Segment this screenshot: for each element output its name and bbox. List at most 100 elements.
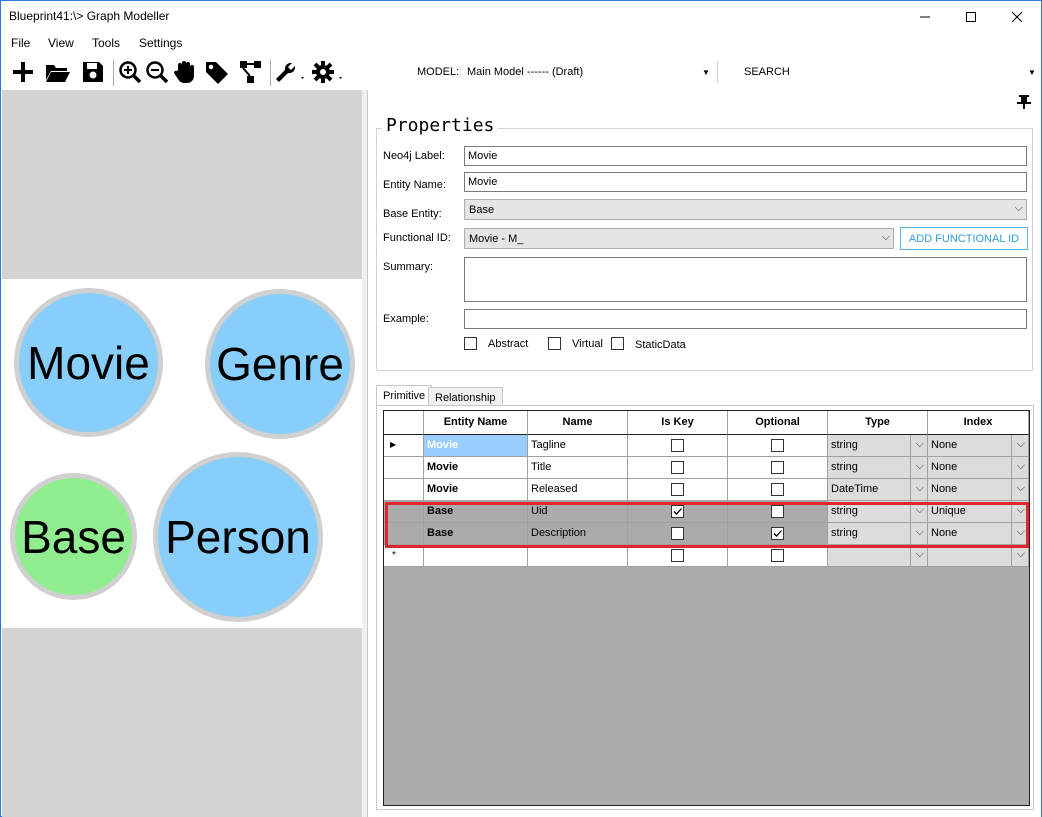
- node-genre[interactable]: Genre: [205, 289, 355, 439]
- cell-index[interactable]: None ⌵: [928, 435, 1029, 457]
- cell-entity-name[interactable]: Movie: [424, 457, 528, 479]
- is-key-checkbox[interactable]: [671, 505, 684, 518]
- cell-index[interactable]: Unique ⌵: [928, 501, 1029, 523]
- cell-name[interactable]: [528, 545, 628, 567]
- cell-index[interactable]: None ⌵: [928, 457, 1029, 479]
- chevron-down-icon[interactable]: ⌵: [916, 482, 924, 495]
- example-field[interactable]: [464, 309, 1027, 329]
- maximize-button[interactable]: [948, 1, 994, 32]
- optional-checkbox[interactable]: [771, 505, 784, 518]
- optional-checkbox[interactable]: [771, 439, 784, 452]
- tag-icon[interactable]: [203, 58, 231, 86]
- optional-checkbox[interactable]: [771, 483, 784, 496]
- neo4j-label-field[interactable]: Movie: [464, 146, 1027, 166]
- summary-field[interactable]: [464, 257, 1027, 302]
- abstract-checkbox[interactable]: [464, 337, 477, 350]
- is-key-checkbox[interactable]: [671, 483, 684, 496]
- cell-index[interactable]: ⌵: [928, 545, 1029, 567]
- hierarchy-icon[interactable]: [237, 58, 265, 86]
- chevron-down-icon[interactable]: ⌵: [1017, 482, 1025, 495]
- cell-entity-name[interactable]: Base: [424, 523, 528, 545]
- row-header[interactable]: [384, 457, 424, 479]
- pin-icon[interactable]: [1016, 94, 1032, 113]
- cell-name[interactable]: Uid: [528, 501, 628, 523]
- cell-type[interactable]: string ⌵: [828, 523, 928, 545]
- graph-canvas[interactable]: Movie Genre Base Person: [2, 90, 362, 817]
- pan-hand-icon[interactable]: [172, 58, 200, 86]
- table-row[interactable]: Movie Title string ⌵ None ⌵: [384, 457, 1029, 479]
- functional-id-select[interactable]: Movie - M_ ⌵: [464, 228, 894, 249]
- column-header-entity-name[interactable]: Entity Name: [424, 411, 528, 435]
- chevron-down-icon[interactable]: ⌵: [916, 438, 924, 451]
- node-base[interactable]: Base: [10, 473, 137, 600]
- chevron-down-icon[interactable]: ⌵: [916, 526, 924, 539]
- add-functional-id-button[interactable]: ADD FUNCTIONAL ID: [900, 227, 1028, 250]
- column-header-is-key[interactable]: Is Key: [628, 411, 728, 435]
- cell-name[interactable]: Description: [528, 523, 628, 545]
- cell-index[interactable]: None ⌵: [928, 523, 1029, 545]
- chevron-down-icon[interactable]: ⌵: [1017, 548, 1025, 561]
- search-input[interactable]: SEARCH: [717, 61, 1039, 83]
- column-header-optional[interactable]: Optional: [728, 411, 828, 435]
- cell-index[interactable]: None ⌵: [928, 479, 1029, 501]
- cell-type[interactable]: string ⌵: [828, 457, 928, 479]
- cell-entity-name[interactable]: Movie: [424, 435, 528, 457]
- model-dropdown-icon[interactable]: ▼: [698, 61, 714, 83]
- column-header-type[interactable]: Type: [828, 411, 928, 435]
- chevron-down-icon[interactable]: ⌵: [1017, 438, 1025, 451]
- static-data-checkbox[interactable]: [611, 337, 624, 350]
- search-dropdown-icon[interactable]: ▼: [1025, 61, 1039, 83]
- optional-checkbox[interactable]: [771, 461, 784, 474]
- is-key-checkbox[interactable]: [671, 527, 684, 540]
- cell-name[interactable]: Title: [528, 457, 628, 479]
- wrench-icon[interactable]: [273, 58, 307, 86]
- entity-name-field[interactable]: Movie: [464, 172, 1027, 192]
- cell-name[interactable]: Tagline: [528, 435, 628, 457]
- cell-entity-name[interactable]: Base: [424, 501, 528, 523]
- is-key-checkbox[interactable]: [671, 439, 684, 452]
- is-key-checkbox[interactable]: [671, 549, 684, 562]
- table-row[interactable]: ▶ Movie Tagline string ⌵ None ⌵: [384, 435, 1029, 457]
- node-person[interactable]: Person: [153, 452, 323, 622]
- cell-entity-name[interactable]: [424, 545, 528, 567]
- open-folder-icon[interactable]: [44, 58, 72, 86]
- cell-type[interactable]: string ⌵: [828, 435, 928, 457]
- row-header[interactable]: [384, 479, 424, 501]
- new-icon[interactable]: [9, 58, 37, 86]
- row-header[interactable]: [384, 523, 424, 545]
- minimize-button[interactable]: [902, 1, 948, 32]
- cell-name[interactable]: Released: [528, 479, 628, 501]
- menu-settings[interactable]: Settings: [139, 36, 182, 50]
- cell-type[interactable]: ⌵: [828, 545, 928, 567]
- column-header-index[interactable]: Index: [928, 411, 1029, 435]
- menu-view[interactable]: View: [48, 36, 74, 50]
- new-row[interactable]: * ⌵ ⌵: [384, 545, 1029, 567]
- gear-icon[interactable]: [310, 58, 346, 86]
- table-row[interactable]: Movie Released DateTime ⌵ None ⌵: [384, 479, 1029, 501]
- chevron-down-icon[interactable]: ⌵: [1017, 504, 1025, 517]
- cell-entity-name[interactable]: Movie: [424, 479, 528, 501]
- chevron-down-icon[interactable]: ⌵: [916, 460, 924, 473]
- row-header[interactable]: *: [384, 545, 424, 567]
- is-key-checkbox[interactable]: [671, 461, 684, 474]
- row-header[interactable]: ▶: [384, 435, 424, 457]
- menu-tools[interactable]: Tools: [92, 36, 120, 50]
- node-movie[interactable]: Movie: [14, 288, 163, 437]
- menu-file[interactable]: File: [11, 36, 30, 50]
- chevron-down-icon[interactable]: ⌵: [1017, 526, 1025, 539]
- optional-checkbox[interactable]: [771, 527, 784, 540]
- save-icon[interactable]: [79, 58, 107, 86]
- base-entity-select[interactable]: Base ⌵: [464, 199, 1027, 220]
- model-select[interactable]: Main Model ------ (Draft): [463, 61, 713, 83]
- zoom-out-icon[interactable]: [144, 58, 170, 86]
- table-row[interactable]: Base Uid string ⌵ Unique ⌵: [384, 501, 1029, 523]
- chevron-down-icon[interactable]: ⌵: [1017, 460, 1025, 473]
- zoom-in-icon[interactable]: [117, 58, 143, 86]
- chevron-down-icon[interactable]: ⌵: [916, 548, 924, 561]
- cell-type[interactable]: DateTime ⌵: [828, 479, 928, 501]
- optional-checkbox[interactable]: [771, 549, 784, 562]
- close-button[interactable]: [994, 1, 1040, 32]
- chevron-down-icon[interactable]: ⌵: [916, 504, 924, 517]
- table-row[interactable]: Base Description string ⌵ None ⌵: [384, 523, 1029, 545]
- virtual-checkbox[interactable]: [548, 337, 561, 350]
